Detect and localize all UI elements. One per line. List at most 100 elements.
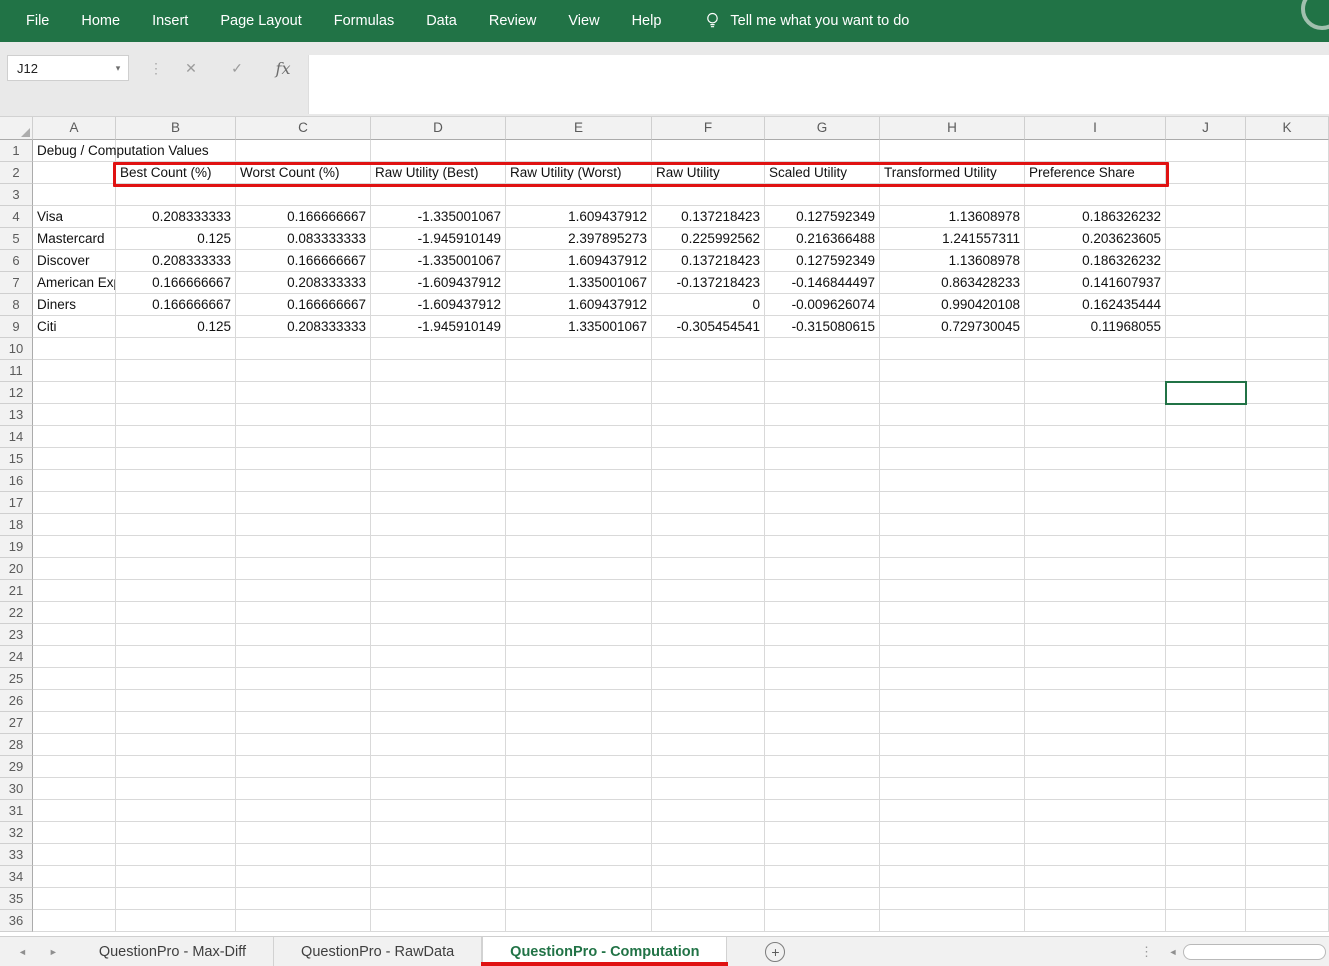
cell-I31[interactable] — [1025, 800, 1166, 822]
cell-A17[interactable] — [33, 492, 116, 514]
cell-B26[interactable] — [116, 690, 236, 712]
cell-J26[interactable] — [1166, 690, 1246, 712]
insert-function-icon[interactable]: fx — [260, 59, 306, 78]
cell-K9[interactable] — [1246, 316, 1329, 338]
cell-C10[interactable] — [236, 338, 371, 360]
overflow-dots-icon[interactable]: ⋮ — [1140, 937, 1153, 966]
cell-I32[interactable] — [1025, 822, 1166, 844]
cell-C7[interactable]: 0.208333333 — [236, 272, 371, 294]
menu-page-layout[interactable]: Page Layout — [204, 0, 317, 42]
cell-G35[interactable] — [765, 888, 880, 910]
cell-C4[interactable]: 0.166666667 — [236, 206, 371, 228]
cell-D11[interactable] — [371, 360, 506, 382]
cell-B29[interactable] — [116, 756, 236, 778]
cell-J1[interactable] — [1166, 140, 1246, 162]
cell-G21[interactable] — [765, 580, 880, 602]
cell-J27[interactable] — [1166, 712, 1246, 734]
cell-J28[interactable] — [1166, 734, 1246, 756]
cell-D20[interactable] — [371, 558, 506, 580]
cell-D25[interactable] — [371, 668, 506, 690]
row-header-17[interactable]: 17 — [0, 492, 33, 514]
cell-A4[interactable]: Visa — [33, 206, 116, 228]
cell-K12[interactable] — [1246, 382, 1329, 404]
cell-E2[interactable]: Raw Utility (Worst) — [506, 162, 652, 184]
cell-J9[interactable] — [1166, 316, 1246, 338]
column-header-I[interactable]: I — [1025, 117, 1166, 140]
cell-B11[interactable] — [116, 360, 236, 382]
cell-E21[interactable] — [506, 580, 652, 602]
cell-A30[interactable] — [33, 778, 116, 800]
cell-F35[interactable] — [652, 888, 765, 910]
cell-D21[interactable] — [371, 580, 506, 602]
cell-J18[interactable] — [1166, 514, 1246, 536]
cell-G33[interactable] — [765, 844, 880, 866]
cell-F3[interactable] — [652, 184, 765, 206]
sheet-nav-left-icon[interactable]: ◄ — [18, 947, 27, 957]
cell-G14[interactable] — [765, 426, 880, 448]
cell-D32[interactable] — [371, 822, 506, 844]
cell-K1[interactable] — [1246, 140, 1329, 162]
cell-J33[interactable] — [1166, 844, 1246, 866]
enter-icon[interactable]: ✓ — [214, 60, 260, 77]
cell-D22[interactable] — [371, 602, 506, 624]
cell-A1[interactable]: Debug / Computation Values — [33, 140, 116, 162]
cell-G6[interactable]: 0.127592349 — [765, 250, 880, 272]
cell-I20[interactable] — [1025, 558, 1166, 580]
cell-C26[interactable] — [236, 690, 371, 712]
cell-A20[interactable] — [33, 558, 116, 580]
cell-G24[interactable] — [765, 646, 880, 668]
cell-G30[interactable] — [765, 778, 880, 800]
cell-B24[interactable] — [116, 646, 236, 668]
row-header-35[interactable]: 35 — [0, 888, 33, 910]
cell-E10[interactable] — [506, 338, 652, 360]
cell-C9[interactable]: 0.208333333 — [236, 316, 371, 338]
cell-H22[interactable] — [880, 602, 1025, 624]
cell-E31[interactable] — [506, 800, 652, 822]
cell-I21[interactable] — [1025, 580, 1166, 602]
cell-C20[interactable] — [236, 558, 371, 580]
cell-H25[interactable] — [880, 668, 1025, 690]
cell-D28[interactable] — [371, 734, 506, 756]
cell-J29[interactable] — [1166, 756, 1246, 778]
cell-B27[interactable] — [116, 712, 236, 734]
cell-F31[interactable] — [652, 800, 765, 822]
row-header-22[interactable]: 22 — [0, 602, 33, 624]
cell-E20[interactable] — [506, 558, 652, 580]
cell-C29[interactable] — [236, 756, 371, 778]
cell-B4[interactable]: 0.208333333 — [116, 206, 236, 228]
cell-E26[interactable] — [506, 690, 652, 712]
cell-J25[interactable] — [1166, 668, 1246, 690]
cell-A33[interactable] — [33, 844, 116, 866]
cell-D14[interactable] — [371, 426, 506, 448]
cell-B13[interactable] — [116, 404, 236, 426]
cell-H5[interactable]: 1.241557311 — [880, 228, 1025, 250]
cell-H12[interactable] — [880, 382, 1025, 404]
cell-I3[interactable] — [1025, 184, 1166, 206]
sheet-tab-questionpro-computation[interactable]: QuestionPro - Computation — [482, 937, 727, 966]
row-header-16[interactable]: 16 — [0, 470, 33, 492]
cell-B19[interactable] — [116, 536, 236, 558]
row-header-32[interactable]: 32 — [0, 822, 33, 844]
row-header-13[interactable]: 13 — [0, 404, 33, 426]
cell-I6[interactable]: 0.186326232 — [1025, 250, 1166, 272]
cell-F11[interactable] — [652, 360, 765, 382]
cell-K34[interactable] — [1246, 866, 1329, 888]
cell-H1[interactable] — [880, 140, 1025, 162]
cell-B34[interactable] — [116, 866, 236, 888]
row-header-23[interactable]: 23 — [0, 624, 33, 646]
cell-K17[interactable] — [1246, 492, 1329, 514]
cell-H11[interactable] — [880, 360, 1025, 382]
cell-C33[interactable] — [236, 844, 371, 866]
cell-C8[interactable]: 0.166666667 — [236, 294, 371, 316]
cell-J4[interactable] — [1166, 206, 1246, 228]
menu-file[interactable]: File — [10, 0, 65, 42]
cell-J10[interactable] — [1166, 338, 1246, 360]
cell-B21[interactable] — [116, 580, 236, 602]
cell-D5[interactable]: -1.945910149 — [371, 228, 506, 250]
menu-data[interactable]: Data — [410, 0, 473, 42]
cell-K25[interactable] — [1246, 668, 1329, 690]
cell-K26[interactable] — [1246, 690, 1329, 712]
cell-A2[interactable] — [33, 162, 116, 184]
cell-B10[interactable] — [116, 338, 236, 360]
cell-B14[interactable] — [116, 426, 236, 448]
